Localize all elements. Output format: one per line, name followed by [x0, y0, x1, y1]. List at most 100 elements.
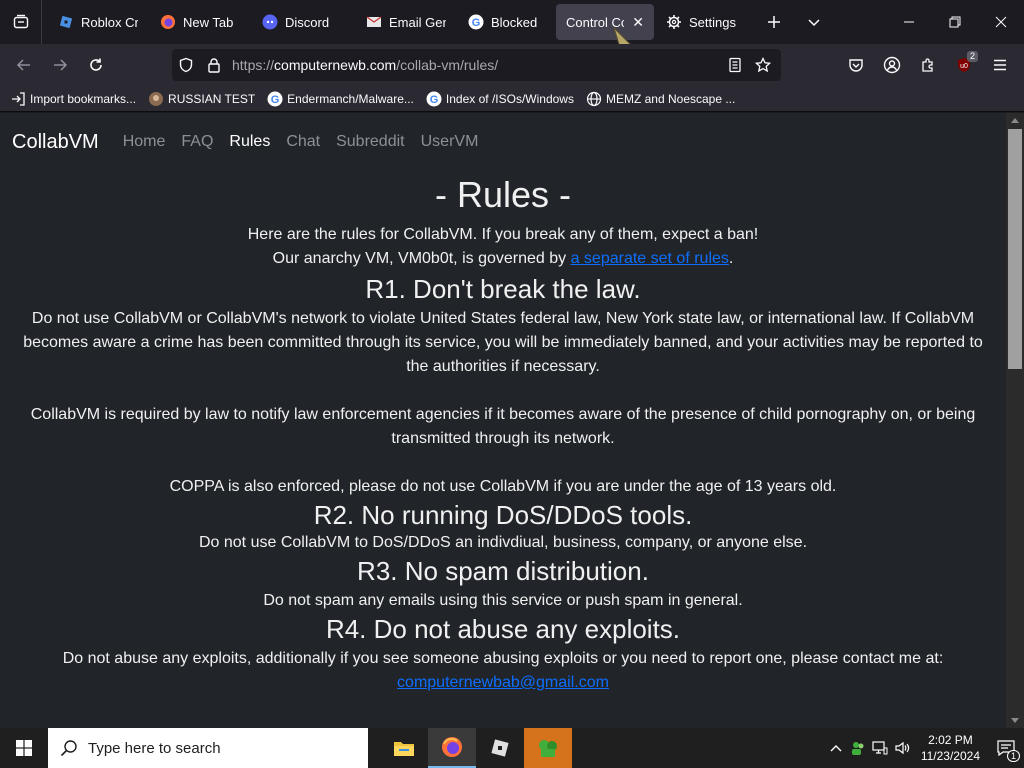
- search-icon: [60, 740, 77, 757]
- taskbar-roblox[interactable]: [476, 728, 524, 768]
- tab-list-button[interactable]: [0, 0, 42, 44]
- bookmark-label: RUSSIAN TEST: [168, 91, 256, 106]
- nav-home[interactable]: Home: [123, 133, 166, 151]
- hamburger-menu-icon: [994, 59, 1006, 71]
- google-icon: G: [426, 91, 442, 107]
- action-center-button[interactable]: 1: [988, 728, 1024, 768]
- taskbar-clock[interactable]: 2:02 PM 11/23/2024: [921, 732, 980, 764]
- tab-settings[interactable]: Settings: [656, 4, 752, 40]
- bookmark-star-icon[interactable]: [749, 49, 777, 81]
- close-window-button[interactable]: [978, 0, 1024, 44]
- site-brand[interactable]: CollabVM: [12, 131, 99, 154]
- tab-blocked[interactable]: G Blocked: [458, 4, 554, 40]
- email-icon: [366, 14, 382, 30]
- bookmark-russian-test[interactable]: RUSSIAN TEST: [148, 91, 255, 107]
- rule-1-heading: R1. Don't break the law.: [365, 274, 641, 304]
- chevron-up-icon: [830, 745, 842, 752]
- restore-icon: [949, 16, 961, 28]
- reader-view-icon[interactable]: [721, 49, 749, 81]
- tab-label: Settings: [689, 14, 736, 30]
- bookmark-isos-windows[interactable]: G Index of /ISOs/Windows: [426, 91, 574, 107]
- url-host: computernewb.com: [274, 57, 397, 73]
- intro-text: Here are the rules for CollabVM. If you …: [247, 226, 759, 243]
- nav-uservm[interactable]: UserVM: [421, 133, 479, 151]
- people-icon: [851, 742, 864, 755]
- import-icon: [10, 91, 26, 107]
- roblox-icon: [491, 739, 509, 757]
- system-tray: 2:02 PM 11/23/2024 1: [825, 728, 1024, 768]
- rule-3-heading: R3. No spam distribution.: [357, 556, 649, 586]
- navigation-toolbar: https://computernewb.com/collab-vm/rules…: [0, 44, 1024, 86]
- bookmark-label: Import bookmarks...: [30, 91, 137, 106]
- anarchy-suffix: .: [728, 250, 734, 267]
- search-placeholder: Type here to search: [88, 739, 221, 757]
- bookmark-endermanch[interactable]: G Endermanch/Malware...: [267, 91, 414, 107]
- new-tab-button[interactable]: [754, 4, 794, 40]
- forward-arrow-icon: [54, 59, 68, 71]
- reload-button[interactable]: [78, 49, 114, 81]
- nav-chat[interactable]: Chat: [286, 133, 320, 151]
- scrollbar-thumb[interactable]: [1008, 129, 1022, 369]
- taskbar-file-explorer[interactable]: [380, 728, 428, 768]
- windows-logo-icon: [16, 740, 32, 756]
- discord-icon: [262, 14, 278, 30]
- browser-tab-bar: Roblox Cre New Tab Discord Email Gene G …: [0, 0, 1024, 44]
- tray-people-app[interactable]: [847, 728, 869, 768]
- tray-network[interactable]: [869, 728, 891, 768]
- tab-email-generator[interactable]: Email Gene: [356, 4, 456, 40]
- nav-subreddit[interactable]: Subreddit: [336, 133, 405, 151]
- tray-volume[interactable]: [891, 728, 913, 768]
- account-button[interactable]: [874, 49, 910, 81]
- minimize-button[interactable]: [886, 0, 932, 44]
- folder-icon: [394, 742, 414, 756]
- menu-button[interactable]: [982, 49, 1018, 81]
- contact-email-link[interactable]: computernewbab@gmail.com: [397, 674, 609, 691]
- start-button[interactable]: [0, 728, 48, 768]
- rule-1-paragraph-1: Do not use CollabVM or CollabVM's networ…: [23, 310, 983, 375]
- scroll-up-arrow-icon[interactable]: [1006, 113, 1024, 127]
- roblox-icon: [58, 14, 74, 30]
- lock-icon[interactable]: [200, 49, 228, 81]
- nav-rules[interactable]: Rules: [229, 133, 270, 151]
- extension-badge: 2: [966, 51, 978, 62]
- restore-button[interactable]: [932, 0, 978, 44]
- game-character-icon: [539, 740, 557, 757]
- svg-text:u0: u0: [960, 63, 968, 70]
- tracking-protection-shield-icon[interactable]: [172, 49, 200, 81]
- reload-icon: [90, 58, 102, 71]
- anarchy-prefix: Our anarchy VM, VM0b0t, is governed by: [272, 250, 571, 267]
- web-page: CollabVM Home FAQ Rules Chat Subreddit U…: [0, 113, 1006, 728]
- gear-icon: [666, 14, 682, 30]
- list-all-tabs-button[interactable]: [794, 4, 834, 40]
- taskbar-search-box[interactable]: Type here to search: [48, 728, 368, 768]
- bookmark-label: Endermanch/Malware...: [287, 91, 414, 106]
- taskbar-game-app[interactable]: [524, 728, 572, 768]
- globe-icon: [586, 91, 602, 107]
- taskbar-firefox[interactable]: [428, 728, 476, 768]
- pocket-button[interactable]: [838, 49, 874, 81]
- tray-overflow-button[interactable]: [825, 728, 847, 768]
- contact-email-line: computernewbab@gmail.com: [0, 671, 1006, 695]
- ublock-extension-button[interactable]: u0 2: [946, 49, 982, 81]
- address-bar[interactable]: https://computernewb.com/collab-vm/rules…: [172, 49, 781, 81]
- url-path: /collab-vm/rules/: [396, 57, 499, 73]
- minimize-icon: [904, 21, 914, 23]
- window-list-icon: [13, 14, 28, 29]
- bookmark-label: Index of /ISOs/Windows: [445, 91, 574, 106]
- tab-new-tab[interactable]: New Tab: [150, 4, 250, 40]
- back-button[interactable]: [6, 49, 42, 81]
- google-icon: G: [267, 91, 283, 107]
- bookmark-memz[interactable]: MEMZ and Noescape ...: [586, 91, 735, 107]
- tab-discord[interactable]: Discord: [252, 4, 354, 40]
- bookmark-import[interactable]: Import bookmarks...: [10, 91, 136, 107]
- tab-control-center[interactable]: Control Co ✕: [556, 4, 654, 40]
- back-arrow-icon: [16, 59, 30, 71]
- separate-rules-link[interactable]: a separate set of rules: [571, 250, 729, 267]
- page-scrollbar[interactable]: [1006, 113, 1024, 728]
- scroll-down-arrow-icon[interactable]: [1006, 714, 1024, 728]
- forward-button[interactable]: [42, 49, 78, 81]
- nav-faq[interactable]: FAQ: [181, 133, 213, 151]
- tab-roblox[interactable]: Roblox Cre: [48, 4, 148, 40]
- url-text[interactable]: https://computernewb.com/collab-vm/rules…: [232, 57, 498, 73]
- extensions-button[interactable]: [910, 49, 946, 81]
